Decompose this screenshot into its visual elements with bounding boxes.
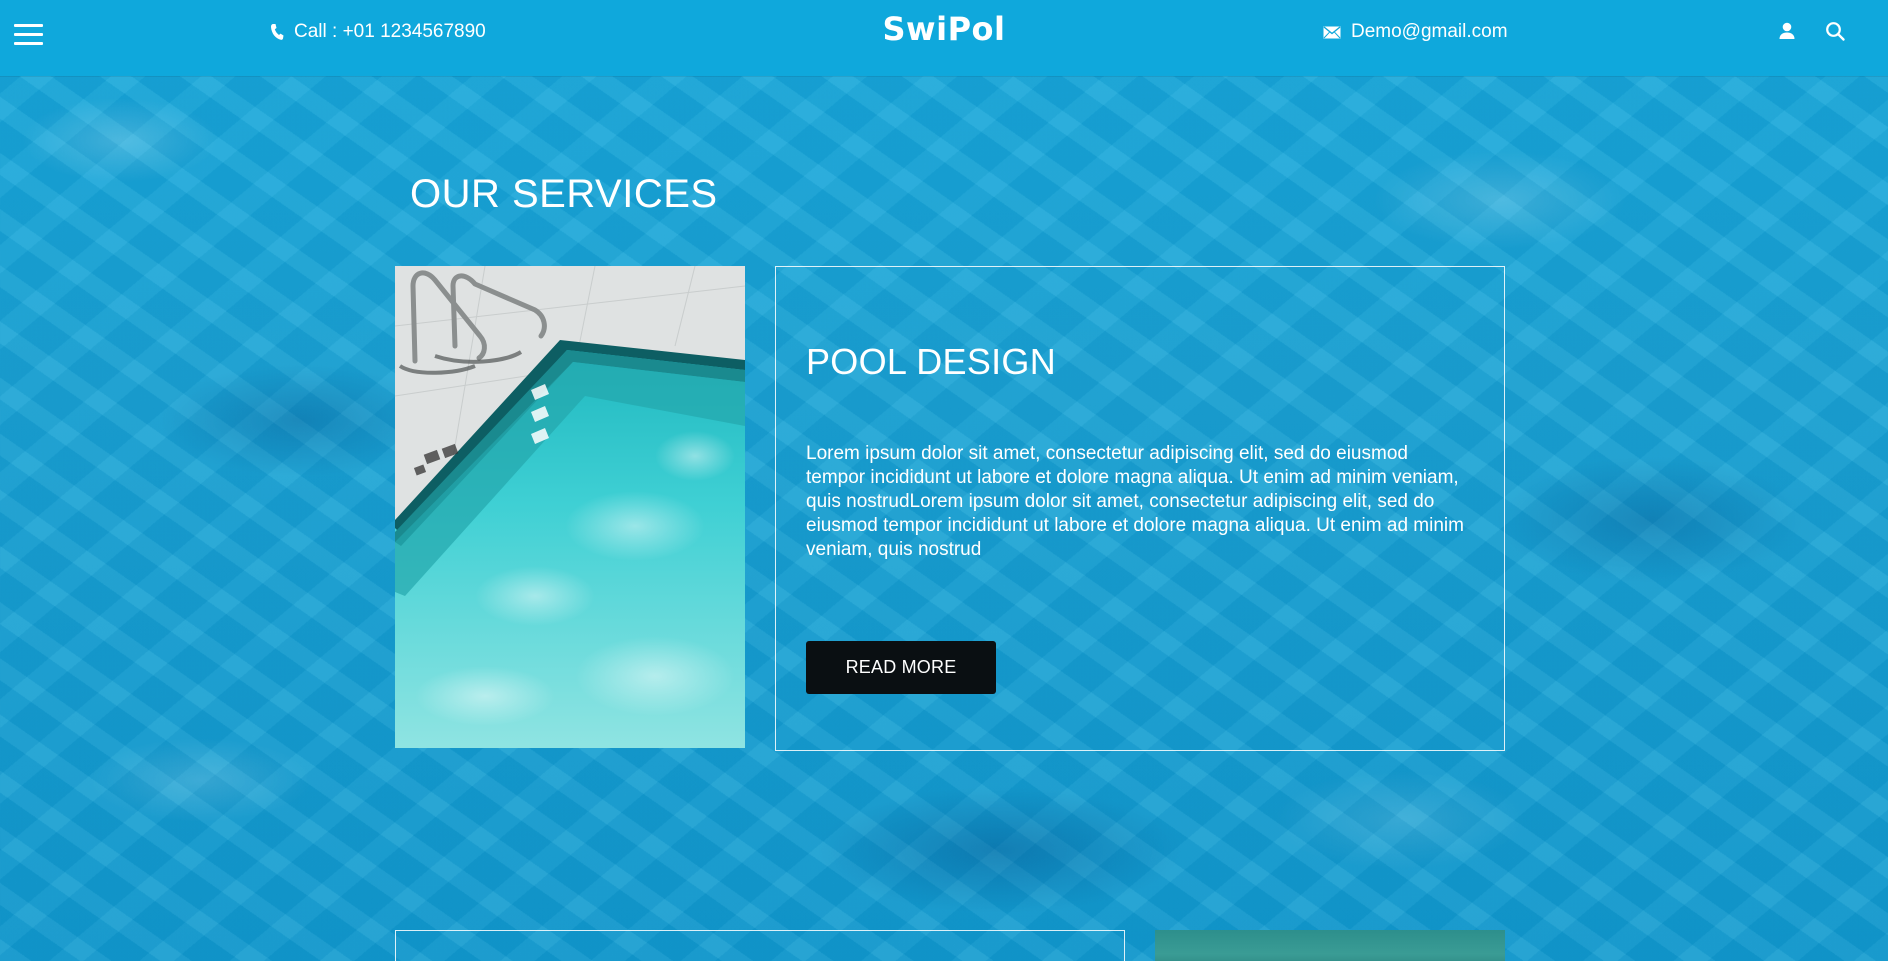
service-image-next bbox=[1155, 930, 1505, 961]
read-more-button[interactable]: READ MORE bbox=[806, 641, 996, 694]
service-card-next bbox=[395, 930, 1125, 961]
user-icon[interactable] bbox=[1776, 20, 1798, 42]
service-description: Lorem ipsum dolor sit amet, consectetur … bbox=[806, 443, 1464, 560]
hamburger-menu-icon[interactable] bbox=[14, 24, 44, 46]
brand-name[interactable]: SwiPol bbox=[883, 10, 1006, 48]
email-contact[interactable]: Demo@gmail.com bbox=[1323, 20, 1508, 44]
service-title: POOL DESIGN bbox=[806, 341, 1057, 382]
site-header: Call : +01 1234567890 SwiPol Demo@gmail.… bbox=[0, 0, 1888, 76]
mail-icon bbox=[1323, 25, 1341, 38]
search-icon[interactable] bbox=[1824, 20, 1846, 42]
phone-contact[interactable]: Call : +01 1234567890 bbox=[270, 20, 486, 44]
section-title: OUR SERVICES bbox=[410, 172, 718, 216]
email-text: Demo@gmail.com bbox=[1351, 21, 1508, 42]
service-card-pool-design: POOL DESIGN Lorem ipsum dolor sit amet, … bbox=[775, 266, 1505, 751]
phone-icon bbox=[270, 24, 284, 40]
pool-corner-photo bbox=[395, 266, 745, 748]
phone-text: Call : +01 1234567890 bbox=[294, 21, 486, 42]
